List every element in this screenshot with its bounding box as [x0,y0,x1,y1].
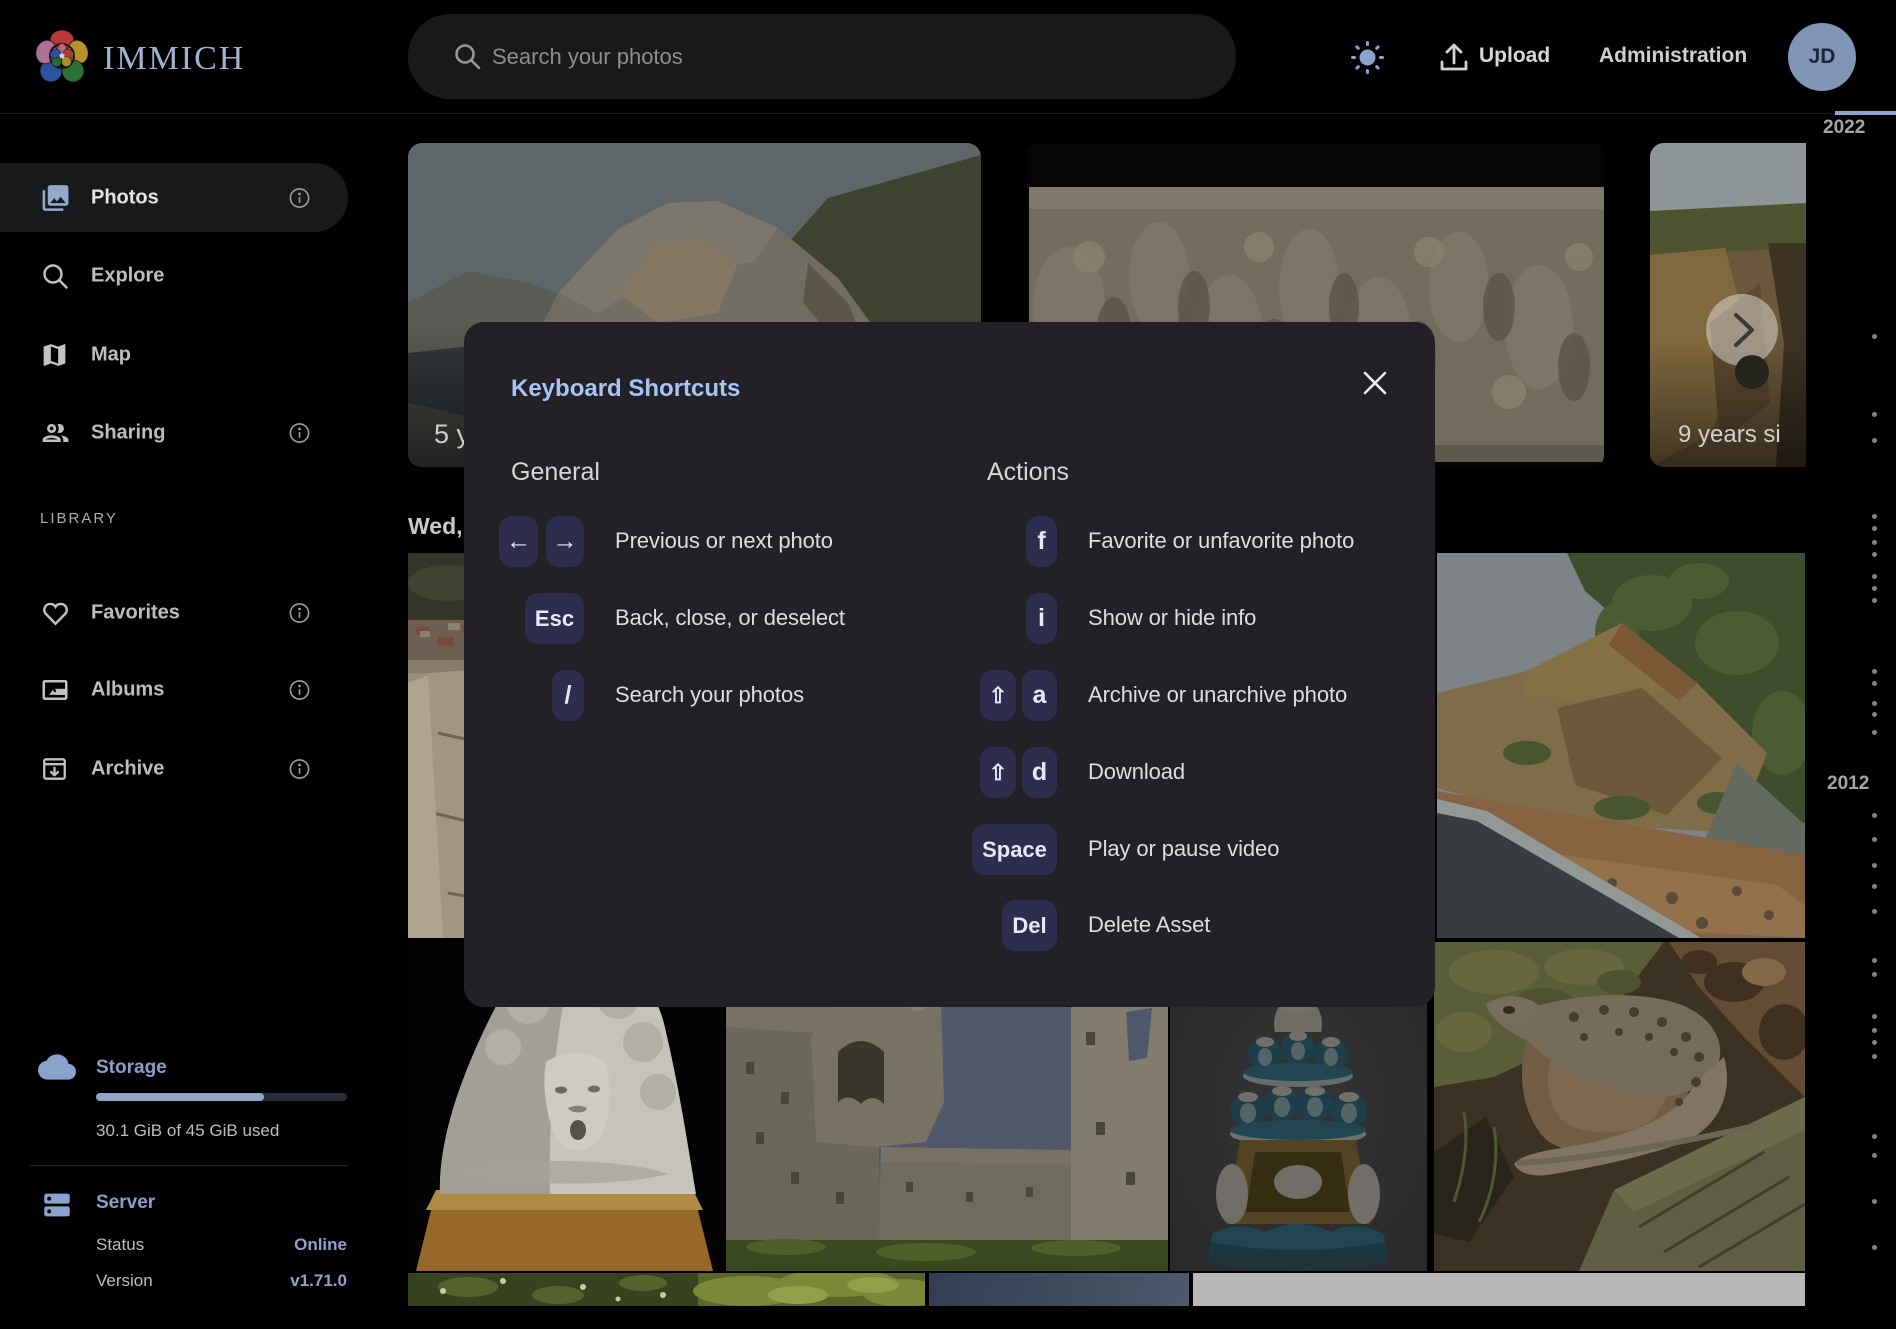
svg-text:9 years si: 9 years si [1678,421,1781,448]
